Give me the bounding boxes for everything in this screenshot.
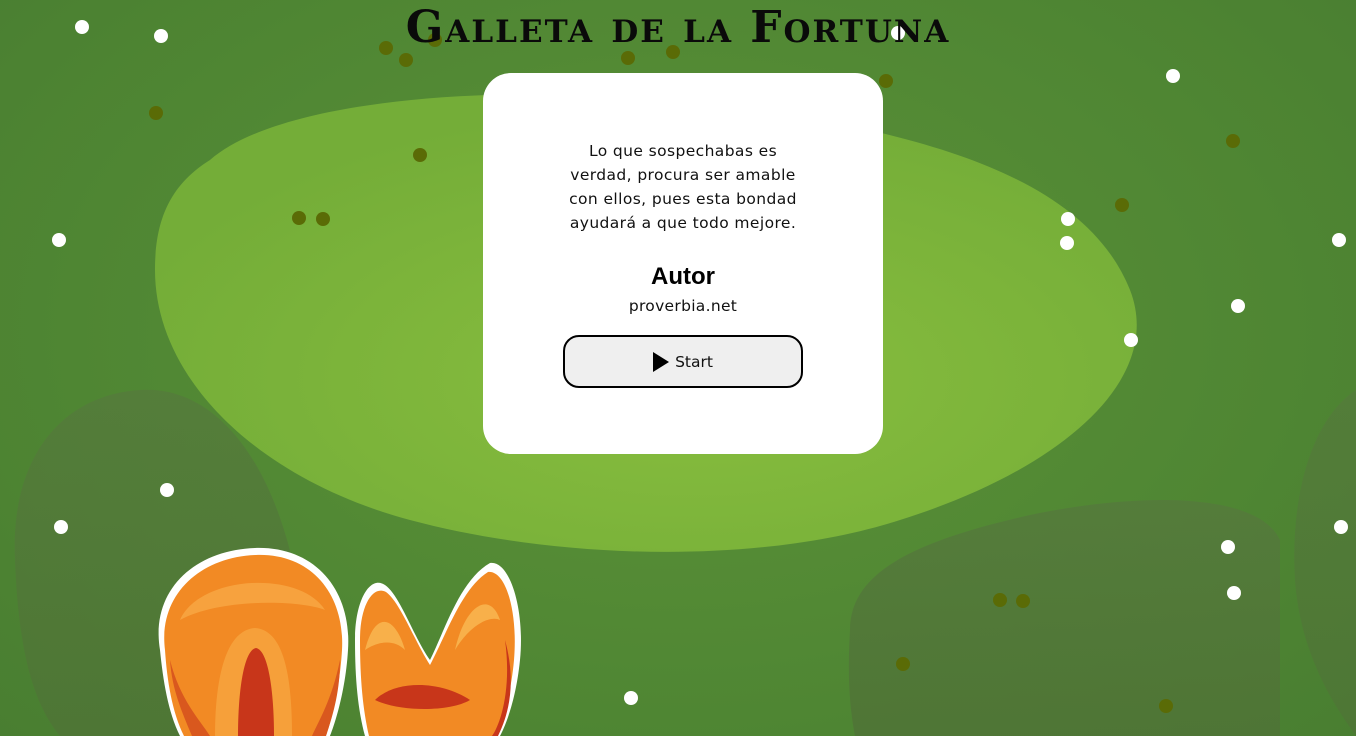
play-icon [653,351,670,372]
start-button-label: Start [675,352,713,371]
fortune-cookie-right-icon [355,562,521,736]
dark-blob-right [848,500,1280,736]
page-title: Galleta de la Fortuna [405,2,951,53]
fortune-card: Lo que sospechabas es verdad, procura se… [483,73,883,454]
author-name: proverbia.net [628,297,738,315]
dark-blob-edge [1294,390,1356,736]
start-button[interactable]: Start [563,335,803,388]
fortune-cookie-left-icon [158,547,349,736]
author-heading: Autor [651,263,715,290]
fortune-quote: Lo que sospechabas es verdad, procura se… [569,142,797,232]
